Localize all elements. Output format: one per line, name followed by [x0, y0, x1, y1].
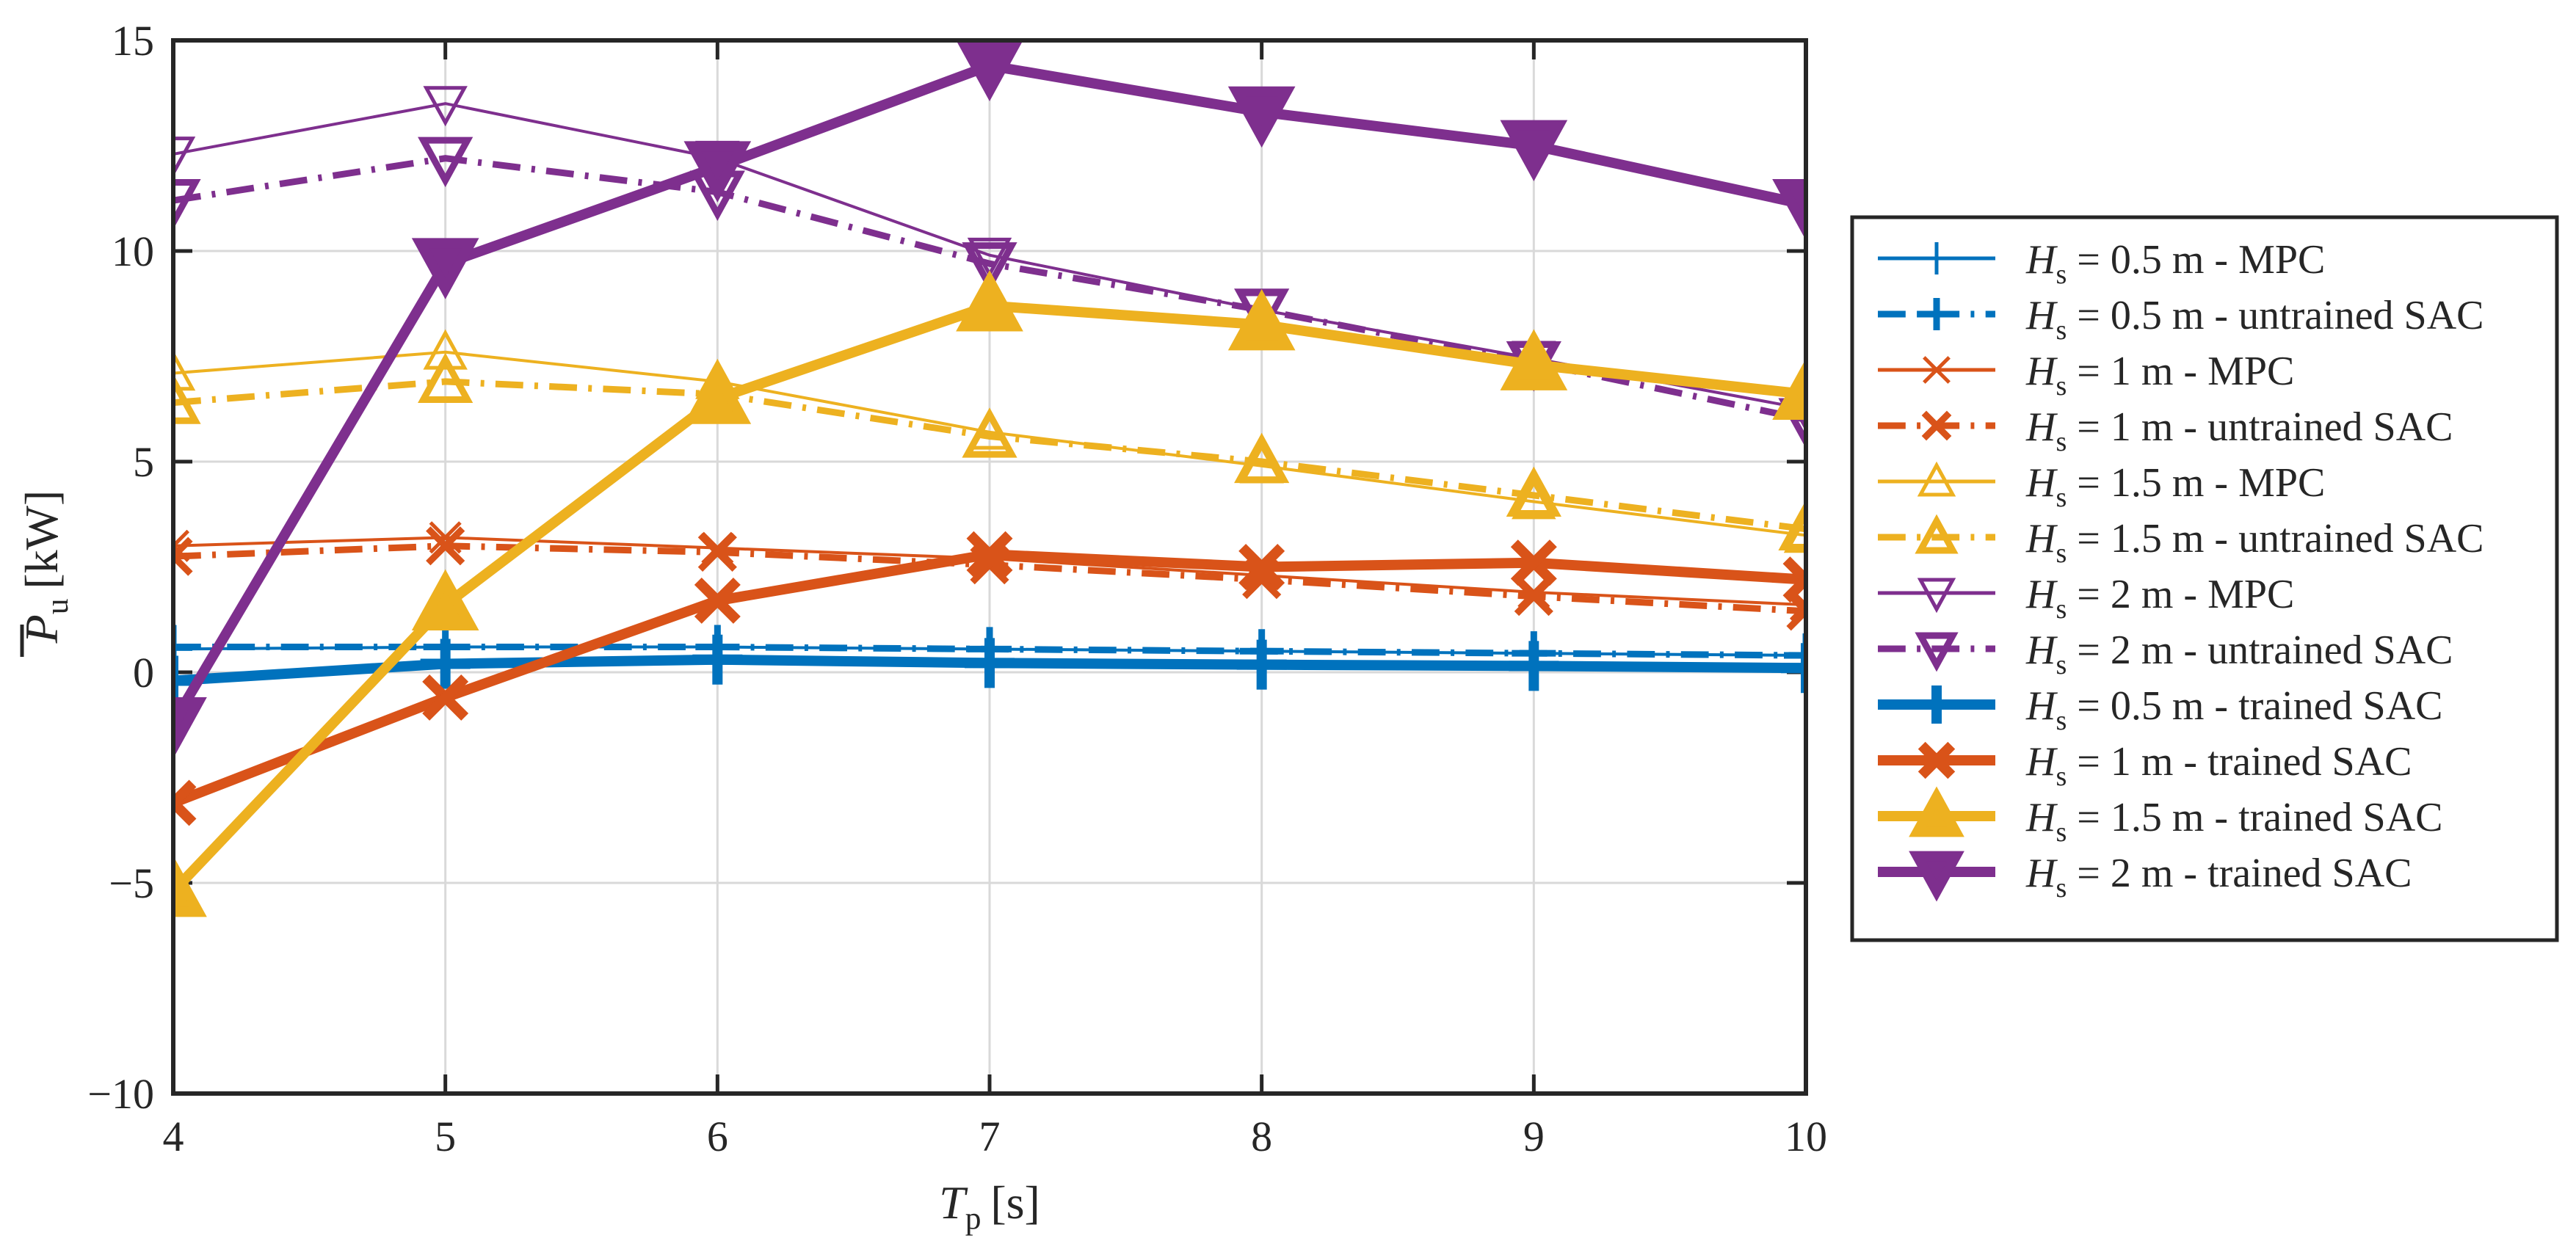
svg-text:Tp [s]: Tp [s]: [939, 1176, 1040, 1236]
data-point-marker-plus: [692, 634, 743, 685]
x-tick-label: 7: [979, 1113, 1001, 1160]
legend-label: Hs = 1 m - trained SAC: [2025, 739, 2412, 792]
figure-canvas: 4 5 6 7 8 9 10 −10 −5 0 5 10 15 Tp [s] Pu [kW] Hs =…: [0, 0, 2576, 1255]
x-tick-label: 9: [1523, 1113, 1545, 1160]
legend-label: Hs = 0.5 m - trained SAC: [2025, 683, 2442, 736]
x-tick-label: 4: [163, 1113, 184, 1160]
x-tick-label: 10: [1785, 1113, 1827, 1160]
legend-label: Hs = 2 m - trained SAC: [2025, 851, 2412, 903]
data-point-marker-triangle-down: [956, 40, 1023, 101]
y-tick-labels: −10 −5 0 5 10 15: [87, 17, 154, 1118]
legend-label: Hs = 1.5 m - MPC: [2025, 460, 2325, 513]
legend-label: Hs = 1.5 m - untrained SAC: [2025, 516, 2484, 569]
x-axis-title: Tp [s]: [939, 1176, 1040, 1236]
y-tick-label: 15: [112, 17, 154, 65]
data-point-marker-triangle-up: [956, 270, 1023, 332]
legend-label: Hs = 1 m - untrained SAC: [2025, 404, 2453, 457]
x-tick-label: 5: [435, 1113, 456, 1160]
legend-label: Hs = 0.5 m - untrained SAC: [2025, 293, 2484, 346]
y-tick-label: 0: [133, 649, 154, 696]
data-point-marker-triangle-down: [411, 238, 479, 299]
svg-text:Pu [kW]: Pu [kW]: [15, 490, 75, 644]
data-point-marker-plus: [1236, 639, 1287, 690]
chart-svg: 4 5 6 7 8 9 10 −10 −5 0 5 10 15 Tp [s] Pu [kW] Hs =…: [15, 17, 2559, 1236]
x-tick-label: 6: [707, 1113, 728, 1160]
legend-label: Hs = 0.5 m - MPC: [2025, 237, 2325, 290]
x-tick-labels: 4 5 6 7 8 9 10: [163, 1113, 1828, 1160]
y-tick-label: 10: [112, 228, 154, 275]
y-axis-title: Pu [kW]: [15, 490, 75, 657]
y-tick-label: −5: [109, 859, 154, 907]
legend-label: Hs = 2 m - untrained SAC: [2025, 628, 2453, 680]
y-tick-label: −10: [87, 1070, 154, 1118]
x-tick-label: 8: [1251, 1113, 1272, 1160]
data-point-marker-triangle-down: [1227, 86, 1296, 148]
y-tick-label: 5: [133, 438, 154, 486]
data-point-marker-plus: [1509, 641, 1559, 691]
data-point-marker-triangle-down: [1500, 120, 1568, 182]
legend-label: Hs = 1.5 m - trained SAC: [2025, 795, 2442, 848]
data-point-marker-plus: [965, 638, 1015, 688]
